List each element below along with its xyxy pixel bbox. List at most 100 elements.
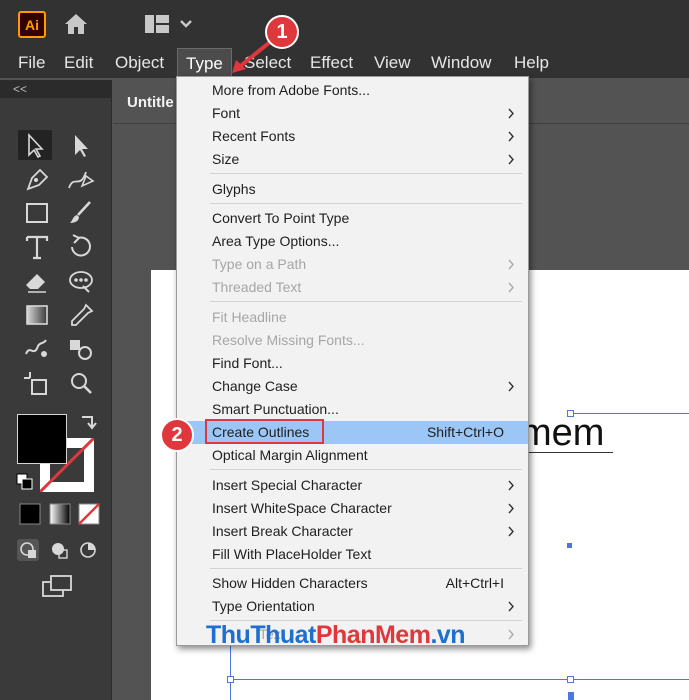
show-hidden-characters-shortcut: Alt+Ctrl+I bbox=[445, 575, 504, 591]
menu-separator bbox=[210, 203, 522, 204]
home-icon[interactable] bbox=[62, 10, 90, 38]
puppet-warp-tool[interactable] bbox=[64, 266, 98, 296]
submenu-arrow-icon bbox=[508, 381, 514, 392]
zoom-magnifier-icon bbox=[71, 373, 92, 394]
document-tab-title: Untitle bbox=[127, 94, 174, 111]
create-outlines-shortcut: Shift+Ctrl+O bbox=[426, 424, 504, 440]
gradient-mode-icon[interactable] bbox=[49, 503, 71, 525]
blend-tool[interactable] bbox=[20, 334, 54, 364]
menu-separator bbox=[210, 568, 522, 569]
menu-item-change-case[interactable]: Change Case bbox=[177, 375, 528, 398]
screen-mode-icon[interactable] bbox=[41, 574, 75, 598]
menu-item-more-from-adobe-fonts[interactable]: More from Adobe Fonts... bbox=[177, 79, 528, 102]
draw-inside-icon bbox=[80, 542, 96, 558]
menu-object[interactable]: Object bbox=[107, 48, 172, 78]
menu-separator bbox=[210, 469, 522, 470]
menu-item-glyphs[interactable]: Glyphs bbox=[177, 178, 528, 201]
menu-item-size[interactable]: Size bbox=[177, 148, 528, 171]
paintbrush-tool[interactable] bbox=[64, 198, 98, 228]
highlight-box-create-outlines bbox=[205, 419, 324, 444]
menu-item-show-hidden-characters[interactable]: Show Hidden Characters Alt+Ctrl+I bbox=[177, 572, 528, 595]
eraser-icon bbox=[26, 274, 46, 293]
menu-help[interactable]: Help bbox=[506, 48, 557, 78]
menu-item-fit-headline[interactable]: Fit Headline bbox=[177, 306, 528, 329]
rotate-icon bbox=[71, 234, 91, 257]
submenu-arrow-icon bbox=[508, 282, 514, 293]
eyedropper-tool[interactable] bbox=[64, 300, 98, 330]
submenu-arrow-icon bbox=[508, 259, 514, 270]
artboard-icon bbox=[24, 372, 47, 395]
menu-type[interactable]: Type bbox=[177, 48, 232, 78]
menu-item-font[interactable]: Font bbox=[177, 102, 528, 125]
curvature-pen-icon bbox=[68, 171, 95, 189]
canvas-text-object[interactable]: mem bbox=[520, 412, 604, 455]
draw-behind-icon bbox=[52, 543, 68, 559]
direct-selection-tool[interactable] bbox=[64, 130, 98, 160]
submenu-arrow-icon bbox=[508, 629, 514, 640]
swap-fill-stroke-icon[interactable] bbox=[78, 413, 98, 433]
type-tool[interactable] bbox=[20, 232, 54, 262]
curvature-tool[interactable] bbox=[64, 164, 98, 194]
draw-behind-button[interactable] bbox=[48, 539, 70, 561]
menu-effect[interactable]: Effect bbox=[302, 48, 361, 78]
text-overflow-port[interactable] bbox=[568, 692, 574, 700]
menu-item-optical-margin-alignment[interactable]: Optical Margin Alignment bbox=[177, 444, 528, 467]
menu-item-fill-with-placeholder-text[interactable]: Fill With PlaceHolder Text bbox=[177, 543, 528, 566]
default-fill-stroke-icon[interactable] bbox=[15, 472, 35, 492]
draw-normal-button[interactable] bbox=[17, 539, 39, 561]
menu-item-type-orientation[interactable]: Type Orientation bbox=[177, 595, 528, 618]
menu-item-threaded-text[interactable]: Threaded Text bbox=[177, 276, 528, 299]
color-mode-icon[interactable] bbox=[19, 503, 41, 525]
submenu-arrow-icon bbox=[508, 480, 514, 491]
selection-center-point[interactable] bbox=[567, 543, 572, 548]
draw-inside-button[interactable] bbox=[77, 539, 99, 561]
selection-tool[interactable] bbox=[18, 130, 52, 160]
type-menu-dropdown: More from Adobe Fonts... Font Recent Fon… bbox=[176, 76, 529, 646]
rotate-tool[interactable] bbox=[64, 232, 98, 262]
eraser-tool[interactable] bbox=[20, 266, 54, 296]
menu-view[interactable]: View bbox=[366, 48, 419, 78]
zoom-tool[interactable] bbox=[64, 368, 98, 398]
step-arrow-icon bbox=[232, 40, 272, 73]
menu-item-find-font[interactable]: Find Font... bbox=[177, 352, 528, 375]
fill-swatch[interactable] bbox=[17, 414, 67, 464]
step-badge-2: 2 bbox=[160, 418, 194, 452]
none-mode-icon[interactable] bbox=[78, 503, 100, 525]
pen-tool[interactable] bbox=[20, 164, 54, 194]
menu-item-smart-punctuation[interactable]: Smart Punctuation... bbox=[177, 398, 528, 421]
menu-window[interactable]: Window bbox=[423, 48, 499, 78]
menu-item-resolve-missing-fonts[interactable]: Resolve Missing Fonts... bbox=[177, 329, 528, 352]
paintbrush-icon bbox=[70, 201, 91, 223]
menu-item-insert-break-character[interactable]: Insert Break Character bbox=[177, 520, 528, 543]
pen-icon bbox=[26, 168, 49, 191]
workspace-switcher-icon[interactable] bbox=[143, 13, 199, 35]
selection-handle-bottom-left[interactable] bbox=[227, 676, 234, 683]
submenu-arrow-icon bbox=[508, 108, 514, 119]
submenu-arrow-icon bbox=[508, 154, 514, 165]
watermark-part2: PhanMem bbox=[315, 621, 431, 649]
collapse-panel-icon[interactable]: << bbox=[13, 80, 27, 98]
artboard-tool[interactable] bbox=[20, 368, 54, 398]
menu-item-insert-special-character[interactable]: Insert Special Character bbox=[177, 474, 528, 497]
shape-builder-tool[interactable] bbox=[64, 334, 98, 364]
menu-item-type-on-a-path[interactable]: Type on a Path bbox=[177, 253, 528, 276]
watermark-part1: ThuThuat bbox=[206, 621, 316, 649]
menu-item-area-type-options[interactable]: Area Type Options... bbox=[177, 230, 528, 253]
menu-separator bbox=[210, 173, 522, 174]
menu-file[interactable]: File bbox=[10, 48, 53, 78]
menu-separator bbox=[210, 301, 522, 302]
submenu-arrow-icon bbox=[508, 526, 514, 537]
submenu-arrow-icon bbox=[508, 503, 514, 514]
selection-handle-bottom[interactable] bbox=[567, 676, 574, 683]
gradient-tool[interactable] bbox=[20, 300, 54, 330]
rectangle-tool[interactable] bbox=[20, 198, 54, 228]
gradient-icon bbox=[26, 305, 48, 325]
menu-item-convert-to-point-type[interactable]: Convert To Point Type bbox=[177, 207, 528, 230]
submenu-arrow-icon bbox=[508, 131, 514, 142]
shape-builder-icon bbox=[70, 340, 92, 360]
menu-item-recent-fonts[interactable]: Recent Fonts bbox=[177, 125, 528, 148]
menu-edit[interactable]: Edit bbox=[56, 48, 101, 78]
eyedropper-icon bbox=[71, 303, 94, 326]
menu-item-insert-whitespace-character[interactable]: Insert WhiteSpace Character bbox=[177, 497, 528, 520]
toolbar-header: << bbox=[0, 80, 112, 98]
